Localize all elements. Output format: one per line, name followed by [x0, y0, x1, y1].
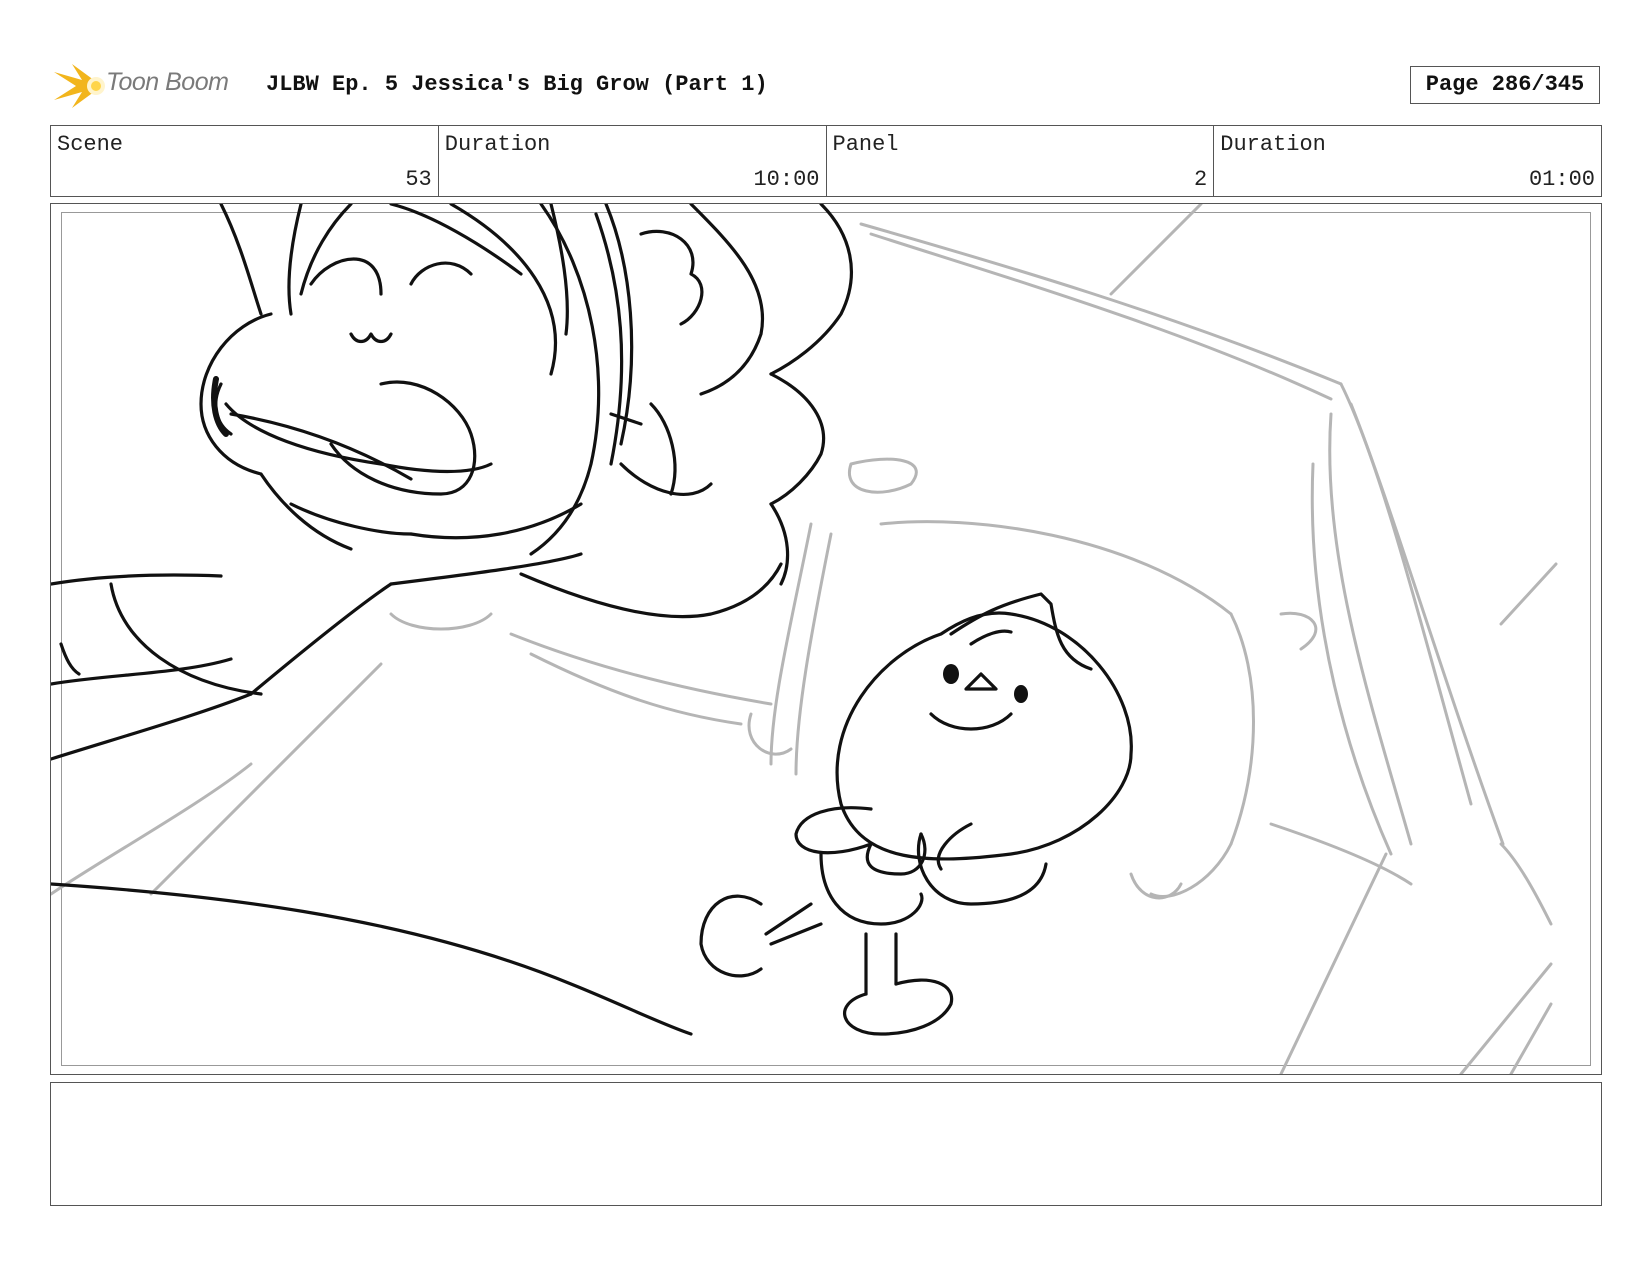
panel-duration-value: 01:00 — [1528, 167, 1595, 192]
panel-sketch — [51, 204, 1558, 1074]
panel-duration-cell: Duration 01:00 — [1214, 126, 1601, 196]
toon-boom-burst-icon — [54, 64, 105, 108]
scene-duration-label: Duration — [444, 132, 551, 157]
jessica-character-sketch — [51, 204, 853, 1036]
dialogue-notes-box — [50, 1082, 1602, 1206]
panel-cell: Panel 2 — [827, 126, 1215, 196]
background-sketch — [51, 204, 1558, 1074]
panel-duration-label: Duration — [1220, 132, 1326, 157]
storyboard-panel — [50, 203, 1602, 1075]
scene-value: 53 — [405, 167, 432, 192]
storyboard-title: JLBW Ep. 5 Jessica's Big Grow (Part 1) — [266, 72, 768, 97]
panel-info-row: Scene 53 Duration 10:00 Panel 2 Duration… — [50, 125, 1602, 197]
scene-duration-cell: Duration 10:00 — [439, 126, 827, 196]
small-character-eyes — [943, 664, 1028, 703]
scene-cell: Scene 53 — [51, 126, 439, 196]
panel-label: Panel — [832, 132, 899, 157]
page-indicator: Page 286/345 — [1410, 66, 1600, 104]
scene-duration-value: 10:00 — [753, 167, 820, 192]
logo-text: Toon Boom — [106, 68, 229, 96]
small-character-sketch — [699, 592, 1133, 1036]
panel-value: 2 — [1194, 167, 1208, 192]
toon-boom-logo: Toon Boom — [52, 58, 252, 114]
scene-label: Scene — [57, 132, 124, 157]
